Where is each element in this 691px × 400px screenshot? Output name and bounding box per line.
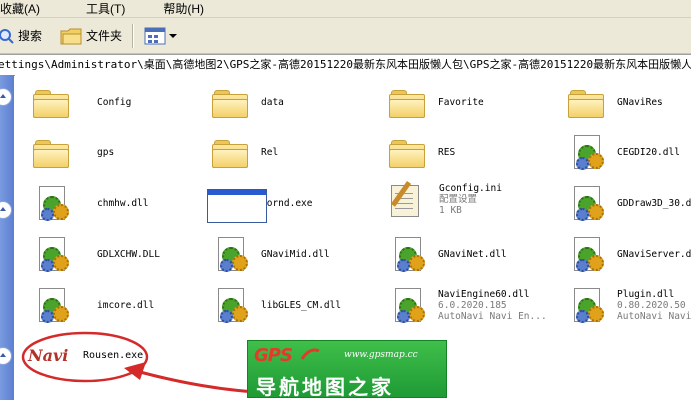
folder-icon	[29, 132, 69, 172]
file-name: gps	[97, 146, 115, 158]
views-button[interactable]	[140, 23, 181, 49]
folder-icon	[208, 82, 248, 122]
dll-icon	[33, 183, 73, 223]
dll-icon	[33, 234, 73, 274]
collapse-button[interactable]	[0, 347, 12, 365]
folder-icon	[385, 82, 425, 122]
file-name: GDLXCHW.DLL	[97, 248, 160, 260]
file-item[interactable]: CEGDI20.dll	[568, 128, 680, 176]
file-item[interactable]: Favorite	[385, 78, 484, 126]
file-name: libGLES_CM.dll	[261, 299, 342, 311]
file-description: AutoNavi Navi	[617, 310, 691, 322]
folder-icon	[385, 132, 425, 172]
file-size: 1 KB	[439, 204, 462, 216]
menu-favorites[interactable]: 收藏(A)	[0, 0, 46, 17]
file-version: 6.0.2020.185	[438, 299, 507, 311]
search-icon	[0, 28, 14, 44]
file-item[interactable]: GDLXCHW.DLL	[33, 230, 160, 278]
dll-icon	[389, 234, 429, 274]
file-name: GNaviNet.dll	[438, 248, 507, 260]
dll-icon	[212, 285, 252, 325]
folder-icon	[208, 132, 248, 172]
file-name-label: Plugin.dll	[617, 288, 675, 300]
file-description: AutoNavi Navi En...	[438, 310, 547, 322]
dll-icon	[568, 285, 608, 325]
file-name: Gconfig.ini 配置设置 1 KB	[439, 183, 502, 216]
file-item[interactable]: GNaviRes	[564, 78, 663, 126]
file-item[interactable]: data	[208, 78, 284, 126]
file-name[interactable]: Rousen.exe	[83, 350, 143, 361]
file-item[interactable]: Config	[29, 78, 131, 126]
file-name: GDDraw3D_30.d	[617, 197, 691, 209]
menu-bar: 收藏(A) 工具(T) 帮助(H)	[0, 0, 691, 18]
folders-button-label: 文件夹	[86, 29, 123, 43]
file-name: CEGDI20.dll	[617, 146, 680, 158]
file-name-label: Gconfig.ini	[439, 182, 502, 194]
search-button[interactable]: 搜索	[0, 23, 46, 49]
folder-icon	[29, 82, 69, 122]
watermark-url: www.gpsmap.cc	[344, 350, 418, 360]
file-name: Rel	[261, 146, 279, 158]
file-version: 0.80.2020.50	[617, 299, 686, 311]
file-name: RES	[438, 146, 456, 158]
watermark-banner: GPS www.gpsmap.cc 导航地图之家	[247, 340, 447, 399]
file-name: NaviEngine60.dll 6.0.2020.185 AutoNavi N…	[438, 289, 547, 322]
file-name: Favorite	[438, 96, 484, 108]
task-pane	[0, 75, 14, 400]
file-name: chmhw.dll	[97, 197, 149, 209]
file-item[interactable]: Rel	[208, 128, 278, 176]
folder-icon	[564, 82, 604, 122]
file-item[interactable]: GNaviServer.d	[568, 230, 691, 278]
file-item[interactable]: GNaviMid.dll	[212, 230, 330, 278]
file-item[interactable]: libGLES_CM.dll	[212, 281, 341, 329]
file-item[interactable]: GDDraw3D_30.d	[568, 179, 691, 227]
file-item[interactable]: Gconfig.ini 配置设置 1 KB	[387, 175, 502, 223]
file-name: Config	[97, 96, 132, 108]
file-item[interactable]: NaviEngine60.dll 6.0.2020.185 AutoNavi N…	[389, 281, 547, 329]
dll-icon	[33, 285, 73, 325]
file-item[interactable]: imcore.dll	[33, 281, 154, 329]
address-path: ettings\Administrator\桌面\高德地图2\GPS之家-高德2…	[0, 58, 691, 71]
views-icon	[144, 27, 166, 44]
dll-icon	[568, 183, 608, 223]
file-item[interactable]: RES	[385, 128, 455, 176]
address-bar[interactable]: ettings\Administrator\桌面\高德地图2\GPS之家-高德2…	[0, 54, 691, 76]
swoosh-icon	[300, 348, 320, 360]
collapse-button[interactable]	[0, 88, 12, 106]
file-name-label: NaviEngine60.dll	[438, 288, 530, 300]
file-name: GNaviRes	[617, 96, 663, 108]
file-item[interactable]: Fornd.exe	[207, 179, 312, 227]
file-description: 配置设置	[439, 193, 478, 205]
file-item[interactable]: gps	[29, 128, 114, 176]
folder-icon	[60, 28, 82, 44]
ini-icon	[387, 179, 427, 219]
toolbar: 搜索 文件夹	[0, 18, 691, 54]
file-name: GNaviServer.d	[617, 248, 691, 260]
chevron-down-icon[interactable]	[169, 32, 178, 40]
dll-icon	[389, 285, 429, 325]
toolbar-separator	[132, 23, 135, 48]
file-name: data	[261, 96, 284, 108]
exe-window-icon	[207, 183, 267, 223]
file-item[interactable]: GNaviNet.dll	[389, 230, 507, 278]
folders-button[interactable]: 文件夹	[56, 23, 126, 49]
menu-tools[interactable]: 工具(T)	[80, 0, 131, 17]
file-name: Plugin.dll 0.80.2020.50 AutoNavi Navi	[617, 289, 691, 322]
menu-help[interactable]: 帮助(H)	[157, 0, 210, 17]
file-name: Fornd.exe	[261, 197, 313, 209]
collapse-button[interactable]	[0, 201, 12, 219]
file-name: imcore.dll	[97, 299, 155, 311]
file-item[interactable]: Plugin.dll 0.80.2020.50 AutoNavi Navi	[568, 281, 691, 329]
file-item[interactable]: chmhw.dll	[33, 179, 148, 227]
search-button-label: 搜索	[18, 29, 43, 43]
watermark-title: 导航地图之家	[256, 375, 394, 399]
dll-icon	[568, 132, 608, 172]
dll-icon	[568, 234, 608, 274]
dll-icon	[212, 234, 252, 274]
navi-logo-icon[interactable]: Navi	[28, 346, 68, 365]
file-name: GNaviMid.dll	[261, 248, 330, 260]
watermark-logo: GPS	[254, 345, 293, 366]
